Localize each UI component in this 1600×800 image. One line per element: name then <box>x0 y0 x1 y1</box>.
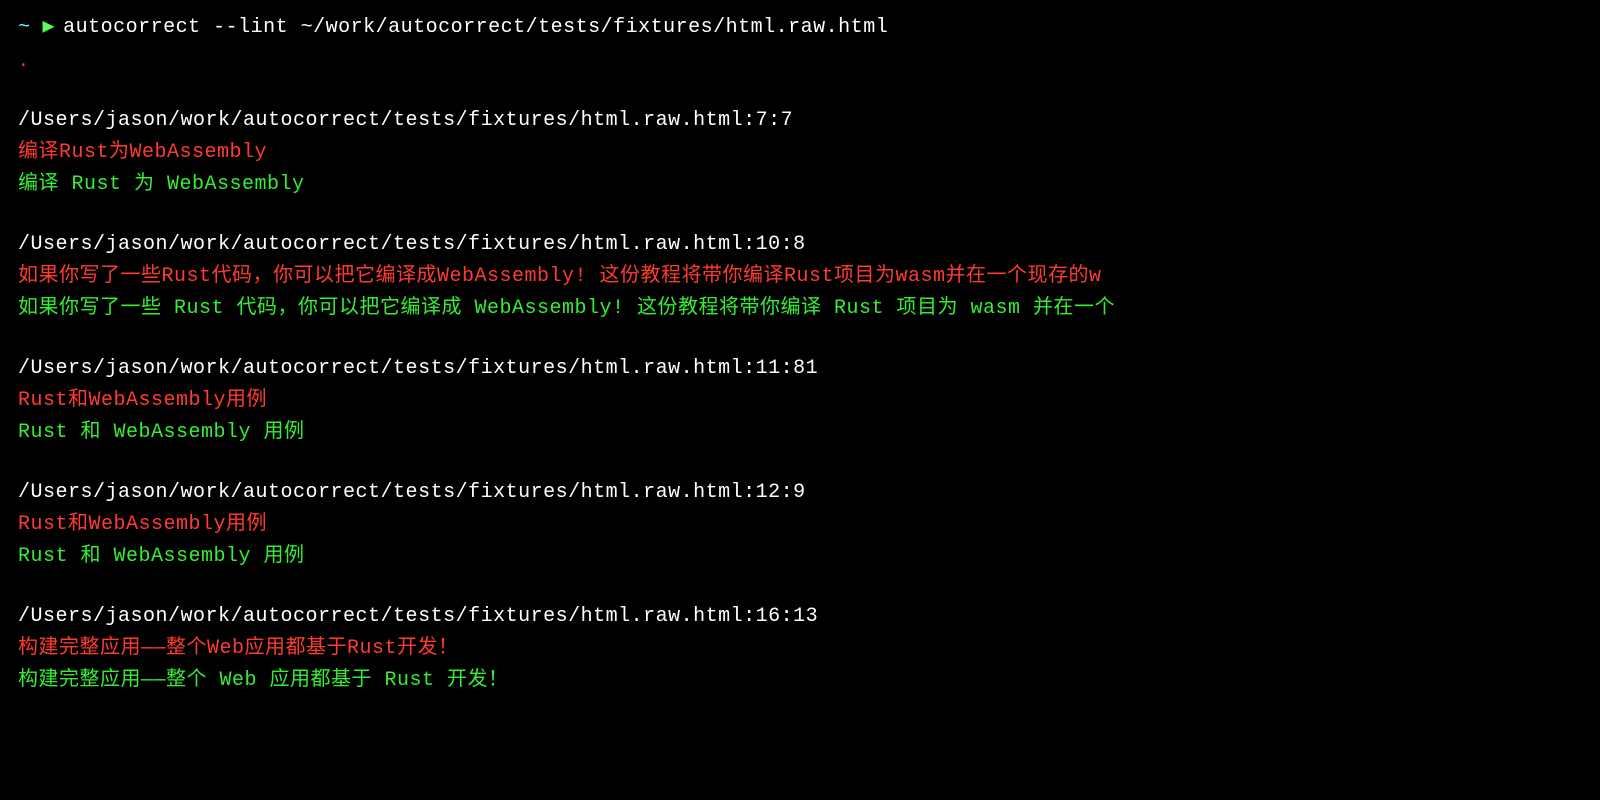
command-text: autocorrect --lint ~/work/autocorrect/te… <box>63 12 888 44</box>
file-location: /Users/jason/work/autocorrect/tests/fixt… <box>18 353 1582 385</box>
file-location: /Users/jason/work/autocorrect/tests/fixt… <box>18 105 1582 137</box>
fix-text: 如果你写了一些 Rust 代码，你可以把它编译成 WebAssembly! 这份… <box>18 293 1582 325</box>
shell-prompt[interactable]: ~ ▶ autocorrect --lint ~/work/autocorrec… <box>18 12 1582 44</box>
error-text: Rust和WebAssembly用例 <box>18 385 1582 417</box>
fix-text: 构建完整应用——整个 Web 应用都基于 Rust 开发！ <box>18 665 1582 697</box>
prompt-arrow-icon: ▶ <box>43 12 56 44</box>
file-location: /Users/jason/work/autocorrect/tests/fixt… <box>18 229 1582 261</box>
file-location: /Users/jason/work/autocorrect/tests/fixt… <box>18 601 1582 633</box>
error-text: 如果你写了一些Rust代码，你可以把它编译成WebAssembly! 这份教程将… <box>18 261 1582 293</box>
fix-text: 编译 Rust 为 WebAssembly <box>18 169 1582 201</box>
file-location: /Users/jason/work/autocorrect/tests/fixt… <box>18 477 1582 509</box>
progress-dot: . <box>18 48 1582 77</box>
error-text: Rust和WebAssembly用例 <box>18 509 1582 541</box>
error-text: 构建完整应用——整个Web应用都基于Rust开发！ <box>18 633 1582 665</box>
error-text: 编译Rust为WebAssembly <box>18 137 1582 169</box>
prompt-cwd: ~ <box>18 12 31 44</box>
fix-text: Rust 和 WebAssembly 用例 <box>18 417 1582 449</box>
fix-text: Rust 和 WebAssembly 用例 <box>18 541 1582 573</box>
